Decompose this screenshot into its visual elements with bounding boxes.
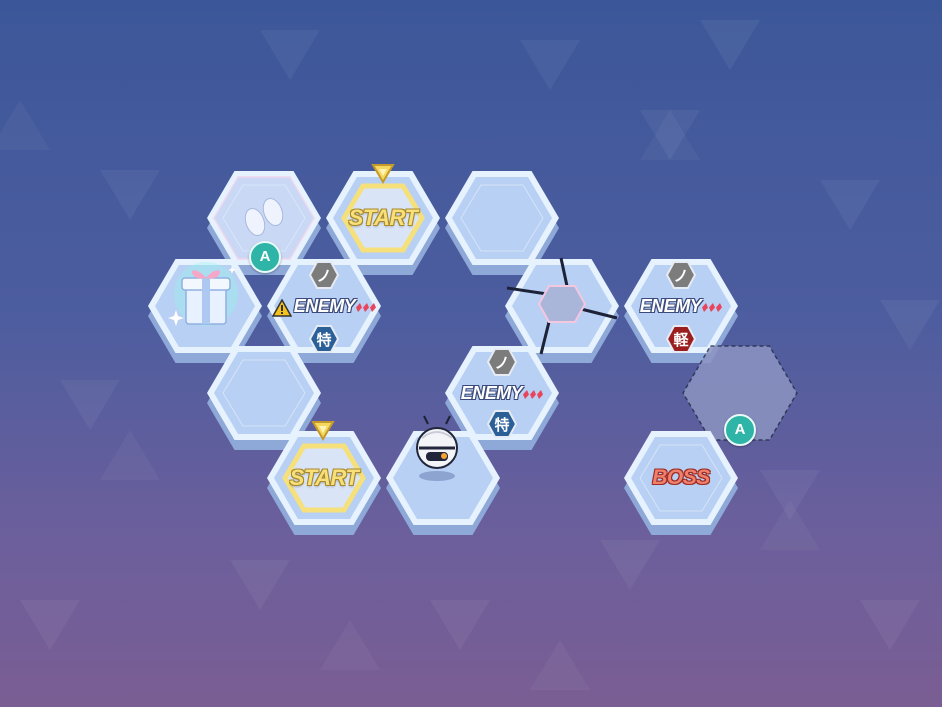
difficulty-diamonds	[522, 386, 543, 404]
footprints-icon	[244, 197, 284, 237]
start-arrow-icon	[371, 164, 395, 184]
type-badge-top: ノ	[486, 347, 518, 377]
enemy-label: ENEMY	[460, 383, 523, 403]
enemy-label: ENEMY	[293, 296, 356, 316]
enemy-label-row: ENEMY	[622, 296, 740, 317]
enemy-label-row: ENEMY	[443, 383, 561, 404]
enemy-label: ENEMY	[639, 296, 702, 316]
boss-label: BOSS	[652, 466, 710, 489]
difficulty-diamonds	[701, 299, 722, 317]
start-arrow-icon	[311, 421, 335, 441]
tile-start-bottom[interactable]: START	[265, 428, 383, 535]
gift-box-icon	[168, 262, 238, 326]
start-label: START	[348, 205, 418, 230]
tile-boss[interactable]: BOSS	[622, 428, 740, 535]
type-badge-top: ノ	[665, 260, 697, 290]
warning-icon	[271, 298, 292, 317]
difficulty-diamonds	[355, 299, 376, 317]
start-label: START	[289, 465, 359, 490]
robot-unit-icon	[416, 415, 458, 481]
type-badge-top: ノ	[308, 260, 340, 290]
enemy-label-row: ENEMY	[265, 296, 383, 317]
